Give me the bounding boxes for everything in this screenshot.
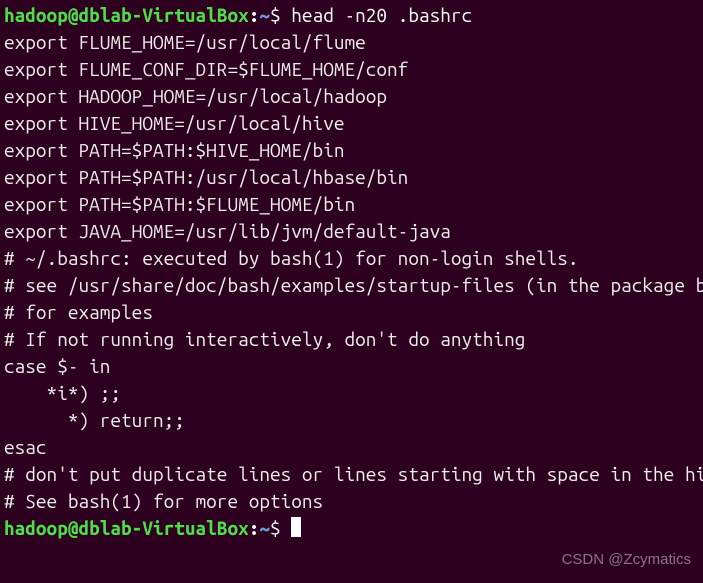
prompt-at: @ — [68, 517, 79, 539]
output-line: case $- in — [4, 353, 699, 380]
output-line: export JAVA_HOME=/usr/lib/jvm/default-ja… — [4, 218, 699, 245]
prompt-symbol: $ — [270, 517, 291, 539]
output-line: export PATH=$PATH:/usr/local/hbase/bin — [4, 164, 699, 191]
prompt-path: ~ — [259, 4, 270, 26]
output-line: *i*) ;; — [4, 380, 699, 407]
output-line: export FLUME_HOME=/usr/local/flume — [4, 29, 699, 56]
output-line: export FLUME_CONF_DIR=$FLUME_HOME/conf — [4, 56, 699, 83]
prompt-host: dblab-VirtualBox — [78, 517, 248, 539]
output-line: export HIVE_HOME=/usr/local/hive — [4, 110, 699, 137]
output-line: # see /usr/share/doc/bash/examples/start… — [4, 272, 699, 299]
prompt-line-2[interactable]: hadoop@dblab-VirtualBox:~$ — [4, 515, 699, 542]
output-line: *) return;; — [4, 407, 699, 434]
terminal[interactable]: hadoop@dblab-VirtualBox:~$ head -n20 .ba… — [0, 0, 703, 544]
watermark-text: CSDN @Zcymatics — [562, 546, 691, 573]
output-line: esac — [4, 434, 699, 461]
prompt-user: hadoop — [4, 517, 68, 539]
cursor-icon — [291, 517, 301, 537]
prompt-path: ~ — [259, 517, 270, 539]
prompt-colon: : — [249, 517, 260, 539]
output-line: # for examples — [4, 299, 699, 326]
output-line: export PATH=$PATH:$FLUME_HOME/bin — [4, 191, 699, 218]
prompt-colon: : — [249, 4, 260, 26]
output-line: # don't put duplicate lines or lines sta… — [4, 461, 699, 488]
prompt-host: dblab-VirtualBox — [78, 4, 248, 26]
output-line: # See bash(1) for more options — [4, 488, 699, 515]
output-line: # ~/.bashrc: executed by bash(1) for non… — [4, 245, 699, 272]
output-line: export PATH=$PATH:$HIVE_HOME/bin — [4, 137, 699, 164]
command-text: head -n20 .bashrc — [291, 4, 472, 26]
prompt-user: hadoop — [4, 4, 68, 26]
prompt-symbol: $ — [270, 4, 291, 26]
output-line: # If not running interactively, don't do… — [4, 326, 699, 353]
output-line: export HADOOP_HOME=/usr/local/hadoop — [4, 83, 699, 110]
prompt-line-1: hadoop@dblab-VirtualBox:~$ head -n20 .ba… — [4, 2, 699, 29]
prompt-at: @ — [68, 4, 79, 26]
